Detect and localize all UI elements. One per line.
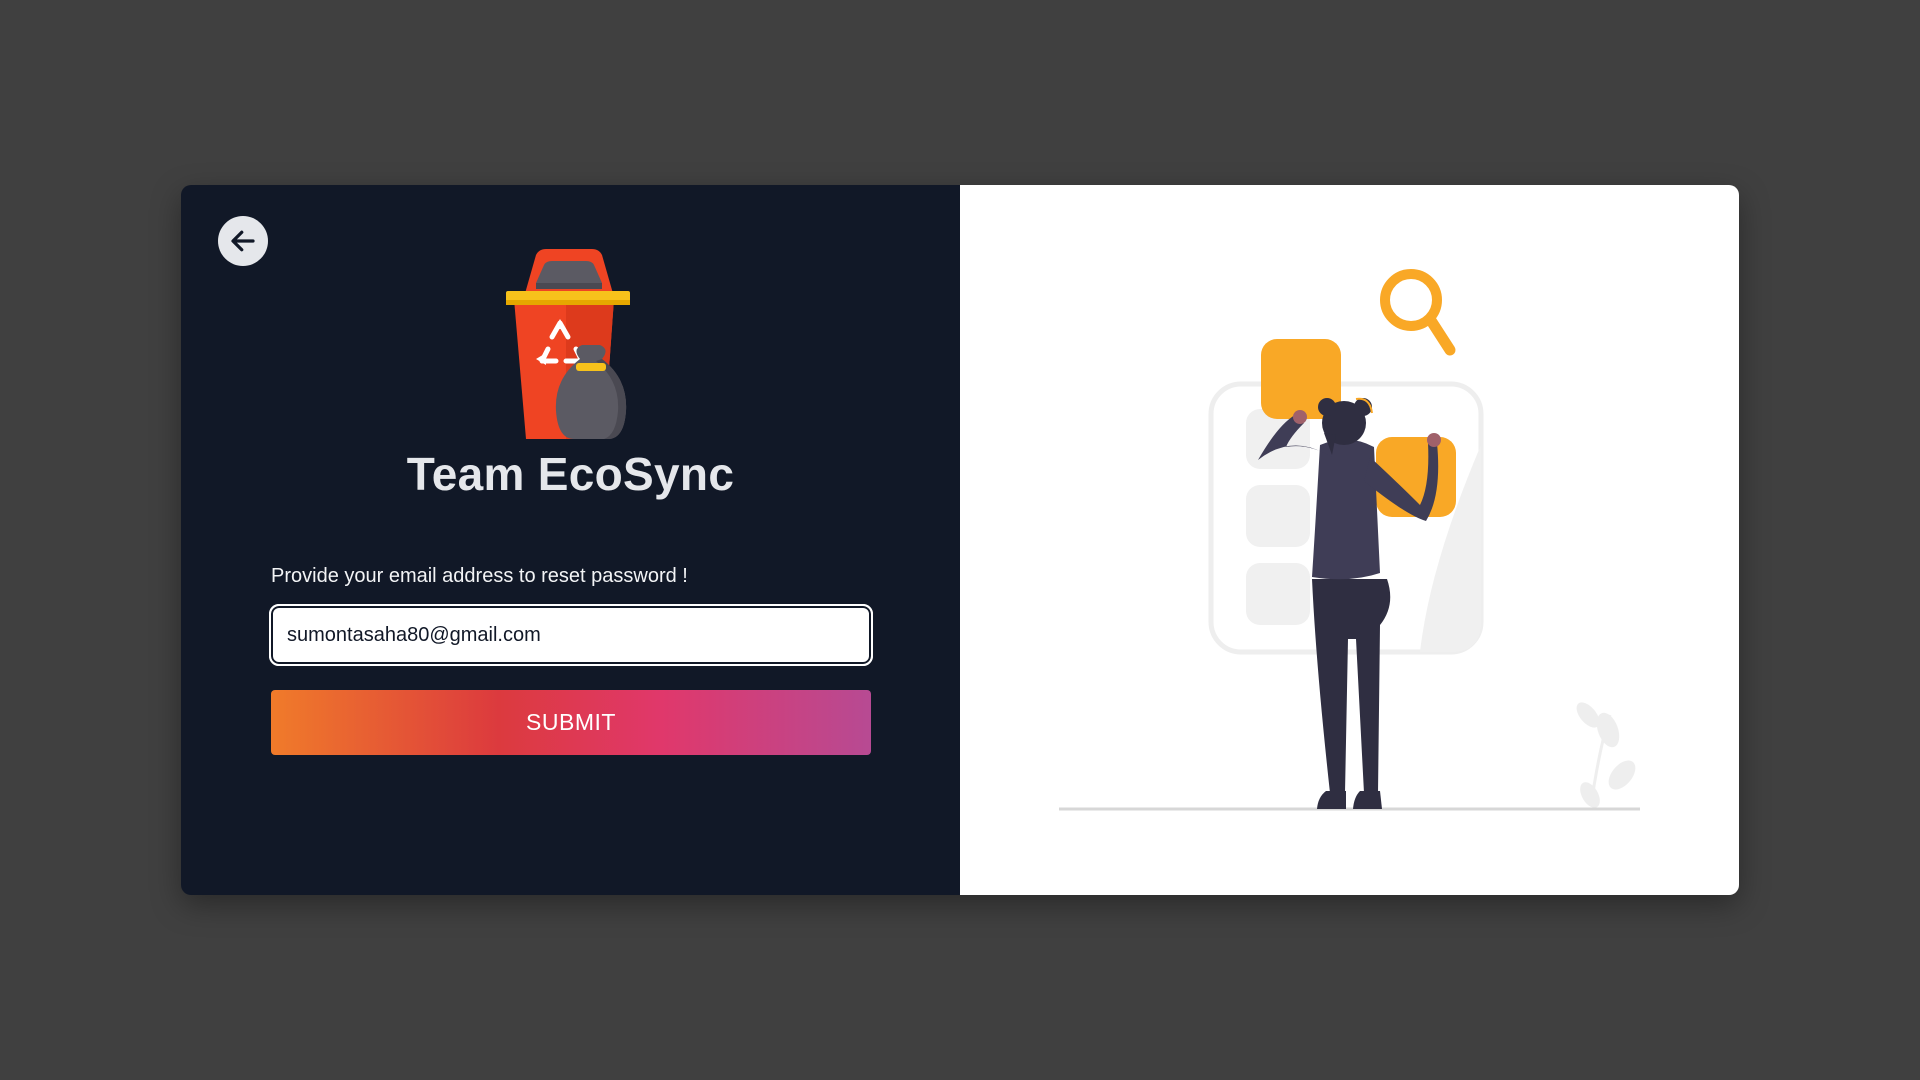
submit-button[interactable]: SUBMIT bbox=[271, 690, 871, 755]
brand-title: Team EcoSync bbox=[406, 448, 735, 500]
email-prompt: Provide your email address to reset pass… bbox=[271, 565, 688, 587]
reset-form: Provide your email address to reset pass… bbox=[269, 565, 873, 755]
recycle-bin-icon bbox=[506, 249, 630, 439]
email-field[interactable] bbox=[269, 604, 873, 666]
person-arranging-tiles-illustration bbox=[1059, 269, 1640, 811]
reset-password-card: Team EcoSync Provide your email address … bbox=[181, 185, 1739, 895]
arrow-left-icon bbox=[231, 230, 255, 252]
illustration-panel bbox=[960, 185, 1739, 895]
form-panel: Team EcoSync Provide your email address … bbox=[181, 185, 960, 895]
back-button[interactable] bbox=[218, 216, 268, 266]
